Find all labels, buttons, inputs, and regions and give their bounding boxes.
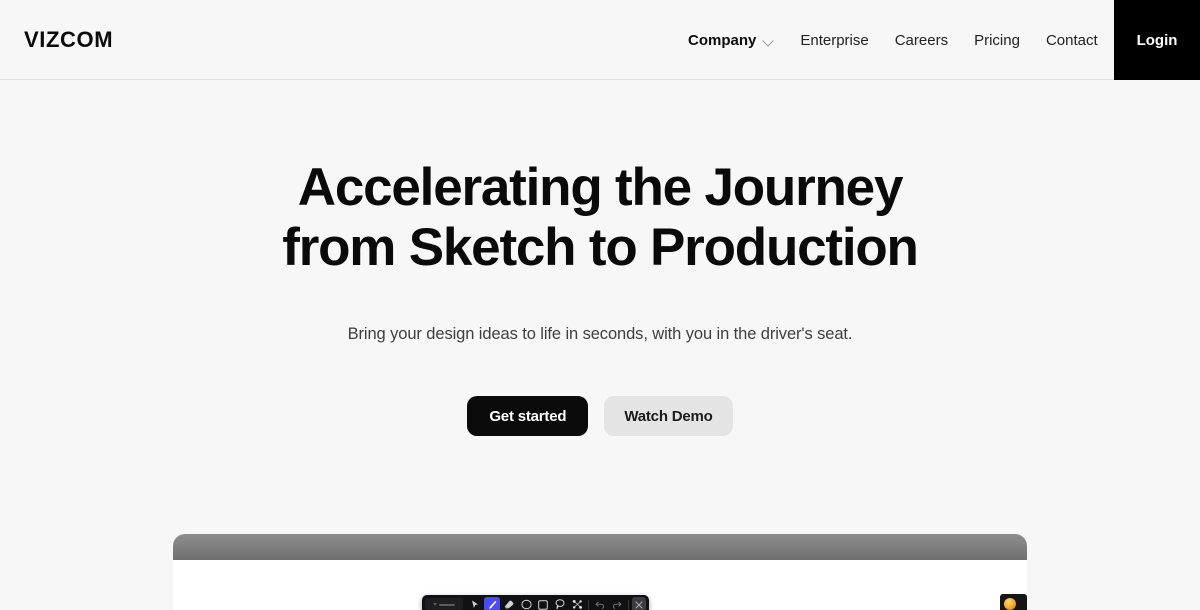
eraser-icon <box>504 600 514 609</box>
nav-item-label: Company <box>688 31 757 49</box>
lasso-icon <box>555 599 565 610</box>
nav-item-pricing[interactable]: Pricing <box>974 32 1020 49</box>
render-thumbnail-sphere[interactable] <box>1000 594 1027 610</box>
cursor-icon <box>471 600 479 609</box>
redo-icon <box>612 601 622 609</box>
hero-subtitle: Bring your design ideas to life in secon… <box>347 325 853 343</box>
undo-icon <box>595 601 605 609</box>
nav-item-careers[interactable]: Careers <box>895 32 948 49</box>
get-started-button[interactable]: Get started <box>467 396 589 436</box>
nodes-icon <box>572 599 583 610</box>
app-preview-window <box>173 534 1027 610</box>
toolbar-divider <box>628 599 629 610</box>
brand-logo[interactable]: VIZCOM <box>24 28 113 51</box>
nav-item-label: Contact <box>1045 31 1098 49</box>
nav-item-company[interactable]: Company <box>688 32 774 49</box>
app-preview-canvas[interactable] <box>173 560 1027 610</box>
nav-item-label: Careers <box>894 31 949 49</box>
undo-button[interactable] <box>592 597 608 610</box>
close-icon <box>635 600 643 609</box>
chevron-down-icon <box>764 36 774 46</box>
square-icon <box>538 599 548 610</box>
circle-icon <box>520 599 532 610</box>
chip-label-placeholder <box>439 603 455 606</box>
redo-button[interactable] <box>609 597 625 610</box>
page-title-line-1: Accelerating the Journey <box>297 158 904 217</box>
nodes-tool[interactable] <box>569 597 585 610</box>
hero-section: Accelerating the Journey from Sketch to … <box>0 80 1200 436</box>
ellipse-tool[interactable] <box>518 597 534 610</box>
nav-item-label: Enterprise <box>800 31 869 49</box>
main-navigation: Company Enterprise Careers Pricing Conta… <box>688 0 1098 80</box>
site-header: VIZCOM Company Enterprise Careers Pricin… <box>0 0 1200 80</box>
close-button[interactable] <box>632 597 646 610</box>
login-button[interactable]: Login <box>1114 0 1200 80</box>
nav-item-label: Pricing <box>974 31 1020 49</box>
page-title: Accelerating the Journey from Sketch to … <box>0 158 1200 278</box>
nav-item-enterprise[interactable]: Enterprise <box>800 32 868 49</box>
pen-tool[interactable] <box>484 597 500 610</box>
pen-icon <box>488 600 497 610</box>
watch-demo-button[interactable]: Watch Demo <box>604 396 733 436</box>
page-title-line-2: from Sketch to Production <box>282 218 919 277</box>
hero-actions: Get started Watch Demo <box>0 396 1200 436</box>
toolbar-divider <box>588 599 589 610</box>
chevron-down-icon <box>433 603 437 606</box>
app-toolbar <box>422 595 649 610</box>
layer-select-chip[interactable] <box>425 598 463 610</box>
render-thumbnail-list <box>1000 594 1027 610</box>
cursor-tool[interactable] <box>467 597 483 610</box>
rectangle-tool[interactable] <box>535 597 551 610</box>
nav-item-contact[interactable]: Contact <box>1046 32 1098 49</box>
eraser-tool[interactable] <box>501 597 517 610</box>
lasso-tool[interactable] <box>552 597 568 610</box>
app-preview-titlebar <box>173 534 1027 560</box>
